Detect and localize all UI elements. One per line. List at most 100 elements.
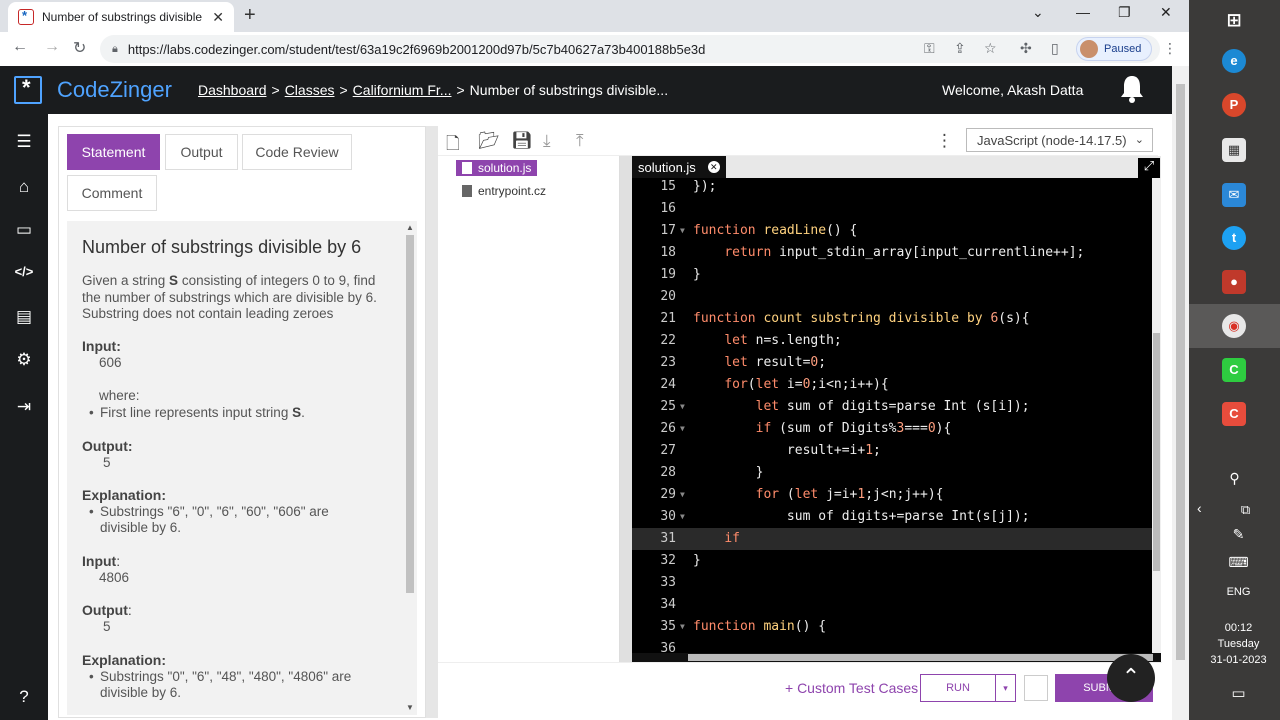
fold-toggle-icon[interactable]: ▼ — [680, 418, 685, 440]
fold-toggle-icon[interactable]: ▼ — [680, 220, 685, 242]
code-line[interactable]: 15}); — [632, 178, 1152, 198]
tab-code-review[interactable]: Code Review — [242, 134, 352, 170]
back-button[interactable]: ← — [12, 38, 28, 56]
windows-start-icon[interactable]: ⊞ — [1222, 8, 1246, 32]
forward-button[interactable]: → — [44, 38, 60, 56]
code-line[interactable]: 34 — [632, 594, 1152, 616]
language-indicator[interactable]: ENG — [1189, 586, 1280, 598]
network-icon[interactable]: ⧉ — [1189, 502, 1280, 518]
page-scrollbar[interactable] — [1172, 66, 1189, 720]
breadcrumb-dashboard[interactable]: Dashboard — [198, 82, 267, 98]
code-line[interactable]: 35 ▼ function main() { — [632, 616, 1152, 638]
camtasia-green-icon[interactable]: C — [1222, 358, 1246, 382]
clock-time[interactable]: 00:12 — [1189, 622, 1280, 634]
tab-comment[interactable]: Comment — [67, 175, 157, 211]
fold-toggle-icon[interactable]: ▼ — [680, 616, 685, 638]
bookmark-star-icon[interactable]: ☆ — [984, 40, 997, 57]
code-line[interactable]: 28 } — [632, 462, 1152, 484]
breadcrumb-classes[interactable]: Classes — [285, 82, 335, 98]
fold-toggle-icon[interactable]: ▼ — [680, 506, 685, 528]
tab-statement[interactable]: Statement — [67, 134, 160, 170]
custom-test-cases-link[interactable]: + Custom Test Cases — [785, 680, 918, 696]
code-line[interactable]: 20 — [632, 286, 1152, 308]
pen-icon[interactable]: ✎ — [1189, 526, 1280, 543]
codezinger-logo[interactable]: CodeZinger — [14, 75, 172, 104]
code-line[interactable]: 26 ▼ if (sum of Digits%3===0){ — [632, 418, 1152, 440]
editor-tab-solution[interactable]: solution.js ✕ — [632, 156, 726, 178]
code-line[interactable]: 18 return input_stdin_array[input_curren… — [632, 242, 1152, 264]
logout-icon[interactable]: ⇥ — [14, 397, 34, 417]
filetree-resize-handle[interactable] — [620, 156, 632, 662]
close-tab-icon[interactable]: ✕ — [707, 161, 720, 173]
panel-resize-handle[interactable] — [426, 126, 438, 718]
scroll-to-top-button[interactable]: ⌃ — [1107, 654, 1155, 702]
close-window-button[interactable]: ✕ — [1160, 4, 1172, 21]
option-checkbox[interactable] — [1024, 675, 1048, 701]
address-bar[interactable]: 🔒︎ https://labs.codezinger.com/student/t… — [100, 35, 1160, 63]
powerpoint-icon[interactable]: P — [1222, 93, 1246, 117]
code-line[interactable]: 17 ▼ function readLine() { — [632, 220, 1152, 242]
code-line[interactable]: 32} — [632, 550, 1152, 572]
chrome-icon[interactable]: ◉ — [1222, 314, 1246, 338]
key-icon[interactable]: ⚿ — [924, 40, 935, 57]
code-vertical-scrollbar[interactable] — [1152, 178, 1161, 662]
settings-icon[interactable]: ⚙ — [14, 350, 34, 370]
tab-output[interactable]: Output — [165, 134, 238, 170]
code-line[interactable]: 27 result+=i+1; — [632, 440, 1152, 462]
edge-icon[interactable]: e — [1222, 49, 1246, 73]
help-icon[interactable]: ? — [14, 687, 34, 707]
twitter-icon[interactable]: t — [1222, 226, 1246, 250]
code-file-icon[interactable]: ▤ — [14, 307, 34, 327]
upload-icon[interactable]: ⤒ — [576, 131, 584, 151]
side-panel-icon[interactable]: ▯ — [1051, 40, 1059, 57]
code-editor[interactable]: 15}); 16 17 ▼ function readLine() {18 return… — [632, 178, 1152, 662]
browser-tab[interactable]: Number of substrings divisible b ✕ — [8, 2, 234, 32]
fold-toggle-icon[interactable]: ▼ — [680, 396, 685, 418]
recorder-icon[interactable]: ● — [1222, 270, 1246, 294]
save-icon[interactable]: 💾︎ — [511, 131, 533, 151]
code-line[interactable]: 30 ▼ sum of digits+=parse Int(s[j]); — [632, 506, 1152, 528]
camtasia-red-icon[interactable]: C — [1222, 402, 1246, 426]
code-line[interactable]: 21 function count substring divisible by … — [632, 308, 1152, 330]
download-icon[interactable]: ⤓ — [543, 131, 551, 151]
laptop-icon[interactable]: ▭ — [14, 220, 34, 240]
language-select[interactable]: JavaScript (node-14.17.5) ⌄ — [966, 128, 1153, 152]
share-icon[interactable]: ⇪ — [954, 40, 966, 57]
profile-paused-button[interactable]: Paused — [1076, 37, 1152, 61]
hamburger-menu-icon[interactable]: ☰ — [14, 132, 34, 152]
code-horizontal-scrollbar[interactable] — [632, 653, 1161, 662]
file-entrypoint[interactable]: entrypoint.cz — [462, 184, 546, 198]
reload-button[interactable]: ↻ — [73, 38, 86, 58]
mail-icon[interactable]: ✉ — [1222, 183, 1246, 207]
code-line[interactable]: 24 for(let i=0;i<n;i++){ — [632, 374, 1152, 396]
maximize-button[interactable]: ❐ — [1118, 4, 1131, 21]
people-icon[interactable]: ⚲ — [1189, 470, 1280, 487]
home-icon[interactable]: ⌂ — [14, 177, 34, 197]
close-tab-icon[interactable]: ✕ — [212, 9, 224, 26]
new-tab-button[interactable]: + — [244, 4, 256, 27]
extensions-icon[interactable]: ✣ — [1020, 40, 1032, 57]
breadcrumb-class[interactable]: Californium Fr... — [353, 82, 452, 98]
file-solution-js[interactable]: solution.js — [456, 160, 538, 176]
code-line[interactable]: 22 let n=s.length; — [632, 330, 1152, 352]
editor-menu-icon[interactable]: ⋮ — [936, 131, 953, 151]
code-line[interactable]: 29 ▼ for (let j=i+1;j<n;j++){ — [632, 484, 1152, 506]
notifications-icon[interactable]: ▭ — [1189, 684, 1280, 702]
code-line[interactable]: 16 — [632, 198, 1152, 220]
tab-search-chevron-icon[interactable]: ⌄ — [1032, 4, 1044, 21]
fold-toggle-icon[interactable]: ▼ — [680, 484, 685, 506]
run-button[interactable]: RUN — [920, 674, 996, 702]
clock-day[interactable]: Tuesday — [1189, 638, 1280, 650]
code-line[interactable]: 23 let result=0; — [632, 352, 1152, 374]
code-line[interactable]: 31 if — [632, 528, 1152, 550]
notification-bell-icon[interactable] — [1118, 74, 1146, 104]
statement-scrollbar[interactable]: ▲ ▼ — [403, 221, 417, 715]
keyboard-icon[interactable]: ⌨ — [1189, 554, 1280, 571]
code-line[interactable]: 25 ▼ let sum of digits=parse Int (s[i]); — [632, 396, 1152, 418]
code-line[interactable]: 33 — [632, 572, 1152, 594]
minimize-button[interactable]: — — [1076, 4, 1090, 20]
store-icon[interactable]: ▦ — [1222, 138, 1246, 162]
code-line[interactable]: 19} — [632, 264, 1152, 286]
clock-date[interactable]: 31-01-2023 — [1189, 654, 1280, 666]
browser-menu-icon[interactable]: ⋮ — [1163, 40, 1177, 57]
